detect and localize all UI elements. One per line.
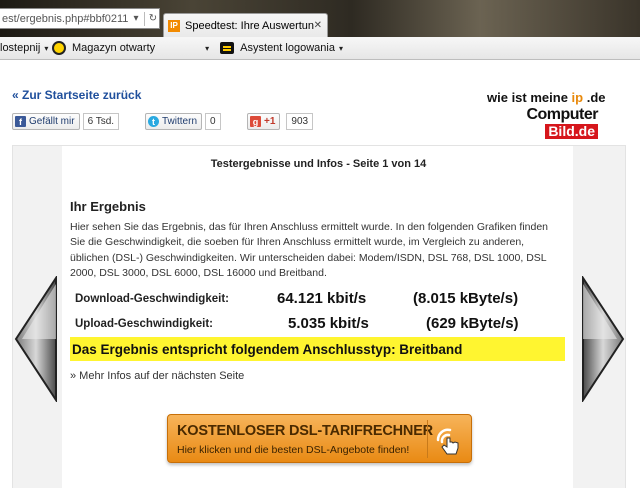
next-page-arrow-icon[interactable] <box>581 274 625 404</box>
logo-text-post: .de <box>583 90 606 105</box>
tab-speedtest[interactable]: IP Speedtest: Ihre Auswertung ✕ <box>163 13 328 37</box>
upload-kbyte-value: (629 kByte/s) <box>426 315 519 332</box>
logo-bild-word: Bild <box>548 123 575 139</box>
back-to-start-link[interactable]: « Zur Startseite zurück <box>12 88 141 102</box>
toolbar-magazyn-label: Magazyn otwarty <box>72 42 156 54</box>
gplus-button[interactable]: g +1 <box>247 113 281 130</box>
logo-bild-text: Bild.de <box>545 124 598 139</box>
facebook-like-button[interactable]: f Gefällt mir <box>12 113 80 130</box>
close-tab-icon[interactable]: ✕ <box>314 20 322 31</box>
chevron-down-icon: ▾ <box>44 43 49 53</box>
browser-toolbar: lostepnij ▾ Magazyn otwarty ▾ Asystent l… <box>0 37 640 60</box>
download-kbyte-value: (8.015 kByte/s) <box>413 290 519 307</box>
refresh-icon[interactable]: ↻ <box>147 13 159 24</box>
logo-text-ip: ip <box>571 90 584 105</box>
gplus-count: 903 <box>286 113 314 130</box>
facebook-like-widget: f Gefällt mir 6 Tsd. <box>12 113 120 130</box>
result-heading: Ihr Ergebnis <box>70 199 146 214</box>
tab-title: Speedtest: Ihre Auswertung <box>185 19 314 32</box>
result-description: Hier sehen Sie das Ergebnis, das für Ihr… <box>70 221 549 279</box>
magazine-icon <box>52 41 66 55</box>
next-page-link[interactable]: » Mehr Infos auf der nächsten Seite <box>70 370 244 382</box>
logo-text-pre: wie ist meine <box>487 90 572 105</box>
facebook-like-label: Gefällt mir <box>29 116 75 127</box>
twitter-count: 0 <box>205 113 221 130</box>
cta-title: KOSTENLOSER DSL-TARIFRECHNER <box>177 423 433 439</box>
facebook-icon: f <box>15 116 26 127</box>
download-kbit-value: 64.121 kbit/s <box>277 290 367 307</box>
logo-de-text: .de <box>574 123 595 139</box>
facebook-like-count: 6 Tsd. <box>82 113 120 130</box>
upload-kbit-value: 5.035 kbit/s <box>288 315 369 332</box>
address-separator <box>144 11 145 26</box>
toolbar-asystent-label: Asystent logowania <box>240 42 335 54</box>
toolbar-item-magazyn[interactable]: Magazyn otwarty ▾ <box>52 41 209 55</box>
twitter-label: Twittern <box>162 116 198 127</box>
hand-click-icon <box>427 420 465 458</box>
dropdown-arrow-icon[interactable]: ▾ <box>130 13 142 24</box>
twitter-button[interactable]: t Twittern <box>145 113 203 130</box>
chevron-down-icon: ▾ <box>205 43 210 53</box>
logo-computerbild: Computer Bild.de <box>526 107 598 141</box>
panel-title: Testergebnisse und Infos - Seite 1 von 1… <box>210 158 427 170</box>
logo-wieistmeineip: wie ist meine ip .de <box>487 90 612 105</box>
login-assistant-icon <box>220 42 235 54</box>
site-logo[interactable]: wie ist meine ip .de Computer Bild.de <box>487 90 612 140</box>
logo-computer-text: Computer <box>526 106 598 123</box>
favicon-icon: IP <box>168 19 180 32</box>
address-bar[interactable]: est/ergebnis.php#bbf0211 ▾ ↻ <box>0 8 160 29</box>
cta-subtitle: Hier klicken und die besten DSL-Angebote… <box>177 444 410 456</box>
browser-tab-bar: est/ergebnis.php#bbf0211 ▾ ↻ IP Speedtes… <box>0 0 640 37</box>
previous-page-arrow-icon[interactable] <box>14 274 58 404</box>
connection-type-banner: Das Ergebnis entspricht folgendem Anschl… <box>70 337 565 361</box>
gplus-widget: g +1 903 <box>247 113 314 130</box>
download-label: Download-Geschwindigkeit: <box>75 293 229 305</box>
gplus-icon: g <box>250 116 261 127</box>
toolbar-share-label: lostepnij <box>0 42 41 54</box>
upload-label: Upload-Geschwindigkeit: <box>75 318 214 330</box>
twitter-widget: t Twittern 0 <box>145 113 221 130</box>
dsl-tariff-calculator-button[interactable]: KOSTENLOSER DSL-TARIFRECHNER Hier klicke… <box>167 414 472 463</box>
gplus-label: +1 <box>264 116 276 127</box>
twitter-bird-icon: t <box>148 116 159 127</box>
toolbar-item-share[interactable]: lostepnij ▾ <box>0 42 48 54</box>
toolbar-item-asystent[interactable]: Asystent logowania ▾ <box>220 42 343 54</box>
address-url[interactable]: est/ergebnis.php#bbf0211 <box>0 13 130 25</box>
chevron-down-icon: ▾ <box>338 43 343 53</box>
